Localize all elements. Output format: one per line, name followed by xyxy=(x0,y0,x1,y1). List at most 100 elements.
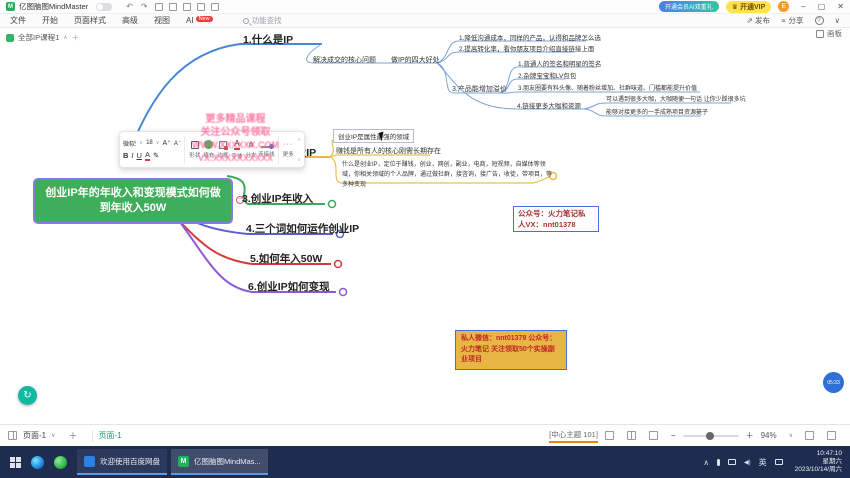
collapse-chevron-icon[interactable]: ∧ xyxy=(63,34,67,41)
border-button[interactable]: 边框 xyxy=(216,141,230,159)
node-benefit-3-3[interactable]: 3.朋友圈要有料头像、随着粉丝增加、社群味道、门槛都能提升价值 xyxy=(518,83,697,92)
shape-button[interactable]: 形状 xyxy=(188,141,202,159)
feature-search[interactable]: 功能查找 xyxy=(243,15,282,26)
panel-icon[interactable] xyxy=(827,431,836,440)
board-toggle[interactable]: 画板 xyxy=(816,28,842,39)
node-money-need[interactable]: 赚钱是所有人的核心刚需长期存在 xyxy=(336,146,441,156)
edge-browser-icon[interactable] xyxy=(31,456,44,469)
ai-benefit-pill[interactable]: 开通会员AI双重礼 xyxy=(659,1,719,12)
export-icon[interactable] xyxy=(211,3,219,11)
node-benefit-1[interactable]: 1.降低沟通成本，同样的产品，认得和品牌怎么选 xyxy=(459,32,601,42)
tray-expand-icon[interactable]: ∧ xyxy=(704,458,710,467)
branch5-expand-handle[interactable] xyxy=(335,261,342,268)
topic-how-500k[interactable]: 5.如何年入50W xyxy=(250,251,322,266)
page-tab[interactable]: 页面-1 xyxy=(99,430,122,441)
add-course-icon[interactable]: ＋ xyxy=(72,32,80,43)
map-view-icon[interactable] xyxy=(627,431,636,440)
note-promo-box[interactable]: 私人微信：nnt01378 公众号：火力笔记 关注领取50个实操副业项目 xyxy=(455,330,567,370)
branch6-expand-handle[interactable] xyxy=(340,289,347,296)
topic-ip-monetization[interactable]: 6.创业IP如何变现 xyxy=(248,279,330,294)
locate-center-button[interactable]: ↻ xyxy=(18,386,37,405)
node-benefit-4-1[interactable]: 可以遇到很多大咖，大咖随便一句话 让你少踩很多坑 xyxy=(606,94,746,103)
ime-indicator[interactable]: 英 xyxy=(759,457,767,468)
underline-button[interactable]: U xyxy=(137,151,142,160)
topic-three-words[interactable]: 4.三个词如何运作创业IP xyxy=(246,221,359,236)
node-benefit-3-2[interactable]: 2.杂牌宝宝和LV包包 xyxy=(518,70,576,80)
topic-what-is-ip[interactable]: 1.什么是IP xyxy=(243,32,293,47)
zoom-slider[interactable] xyxy=(683,435,739,437)
italic-button[interactable]: I xyxy=(131,151,133,160)
menu-advanced[interactable]: 高级 xyxy=(122,15,138,26)
font-decrease-button[interactable]: A⁻ xyxy=(174,140,181,147)
pages-grid-icon[interactable] xyxy=(8,431,17,440)
help-icon[interactable]: ? xyxy=(815,16,824,25)
node-benefit-4[interactable]: 4.链接更多大咖和资源 xyxy=(517,100,581,110)
outline-view-icon[interactable] xyxy=(605,431,614,440)
zoom-slider-knob[interactable] xyxy=(706,432,714,440)
more-button[interactable]: ···更多 xyxy=(281,141,295,158)
font-increase-button[interactable]: A⁺ xyxy=(162,139,170,147)
microphone-icon[interactable] xyxy=(717,459,720,466)
node-editing-box[interactable]: 创业IP是属性最强的领域 xyxy=(333,129,414,143)
font-color-button[interactable]: A xyxy=(145,150,150,161)
note-wechat-box[interactable]: 公众号：火力笔记私 人VX：nnt01378 xyxy=(513,206,599,232)
node-startup-ip-definition[interactable]: 什么是创业IP，定位于赚钱，创业，网创，副业，电商，短视频，自媒体等领域，你相关… xyxy=(342,160,557,190)
highlight-pen-button[interactable]: ✎ xyxy=(153,151,159,160)
minimize-button[interactable]: – xyxy=(801,2,805,11)
topic-ip-annual-income[interactable]: 3.创业IP年收入 xyxy=(242,191,313,206)
zoom-out-button[interactable]: − xyxy=(671,431,676,440)
taskbar-app-baidu[interactable]: 欢迎使用百度网盘 xyxy=(77,449,167,475)
close-button[interactable]: ✕ xyxy=(837,2,844,11)
keyboard-icon[interactable] xyxy=(775,459,783,465)
display-icon[interactable] xyxy=(728,459,736,465)
font-style-button[interactable]: A字体 xyxy=(230,140,244,160)
new-document-icon[interactable] xyxy=(155,3,163,11)
publish-button[interactable]: ⇗ 发布 xyxy=(747,15,770,26)
share-button[interactable]: ∝ 分享 xyxy=(781,15,803,26)
titlebar-toggle[interactable] xyxy=(96,3,112,11)
undo-icon[interactable]: ↶ xyxy=(126,2,133,12)
menu-view[interactable]: 视图 xyxy=(154,15,170,26)
vip-button[interactable]: ♛ 开通VIP xyxy=(726,1,772,13)
node-benefit-2[interactable]: 2.提高转化率，看你朋友项目介绍直接链接上面 xyxy=(459,43,594,53)
branch3-expand-handle[interactable] xyxy=(329,201,336,208)
print-icon[interactable] xyxy=(197,3,205,11)
zoom-in-button[interactable]: ＋ xyxy=(746,430,754,441)
zoom-level[interactable]: 94% xyxy=(761,431,777,440)
fit-view-icon[interactable] xyxy=(649,431,658,440)
save-icon[interactable] xyxy=(183,3,191,11)
font-name-caret-icon[interactable]: ∨ xyxy=(139,140,143,146)
node-four-benefits[interactable]: 做IP的四大好处 xyxy=(391,55,440,65)
redo-icon[interactable]: ↷ xyxy=(141,2,148,12)
collapse-ribbon-icon[interactable]: ∨ xyxy=(835,16,841,25)
fullscreen-icon[interactable] xyxy=(805,431,814,440)
node-benefit-4-2[interactable]: 能够对接更多的一手成熟项目资源篓子 xyxy=(606,107,708,116)
maximize-button[interactable]: ▢ xyxy=(818,2,826,11)
menu-ai[interactable]: AINew xyxy=(186,16,213,25)
node-benefit-3-1[interactable]: 1.普通人的签名和明星的签名 xyxy=(518,58,601,68)
green-app-icon[interactable] xyxy=(54,456,67,469)
page-selector-caret-icon[interactable]: ∨ xyxy=(51,432,55,439)
course-navigator[interactable]: 全部IP课程1 ∧ ＋ xyxy=(6,32,79,43)
timer-badge[interactable]: 05:33 xyxy=(823,372,844,393)
toolbar-expand-icons[interactable]: ∧∨ xyxy=(297,137,301,163)
zoom-caret-icon[interactable]: ∨ xyxy=(789,432,793,439)
branch-button[interactable]: ⋔分支 xyxy=(244,140,258,159)
taskbar-clock[interactable]: 10:47:10 星期六 2023/10/14/周六 xyxy=(795,450,842,474)
font-size-select[interactable]: 18 xyxy=(146,140,153,146)
speaker-icon[interactable]: ◀) xyxy=(744,459,751,466)
font-size-caret-icon[interactable]: ∨ xyxy=(156,140,160,146)
font-name-select[interactable]: 微软雅黑 xyxy=(123,139,136,148)
fill-button[interactable]: 填充 xyxy=(202,140,216,159)
connector-button[interactable]: 连接线 xyxy=(258,142,275,158)
page-selector[interactable]: 页面-1 xyxy=(23,430,46,441)
avatar[interactable]: E xyxy=(778,1,789,12)
menu-page-style[interactable]: 页面样式 xyxy=(74,15,106,26)
windows-start-button[interactable] xyxy=(10,457,21,468)
open-file-icon[interactable] xyxy=(169,3,177,11)
node-core-problem[interactable]: 解决成交的核心问题 xyxy=(313,55,376,65)
node-benefit-3[interactable]: 3.产品能增加溢价 xyxy=(452,84,507,94)
bold-button[interactable]: B xyxy=(123,151,128,160)
mindmap-canvas[interactable]: 全部IP课程1 ∧ ＋ 画板 创业IP年的年收入和变现模式如何做到年收入50W … xyxy=(0,28,850,424)
central-topic[interactable]: 创业IP年的年收入和变现模式如何做到年收入50W xyxy=(33,178,233,224)
